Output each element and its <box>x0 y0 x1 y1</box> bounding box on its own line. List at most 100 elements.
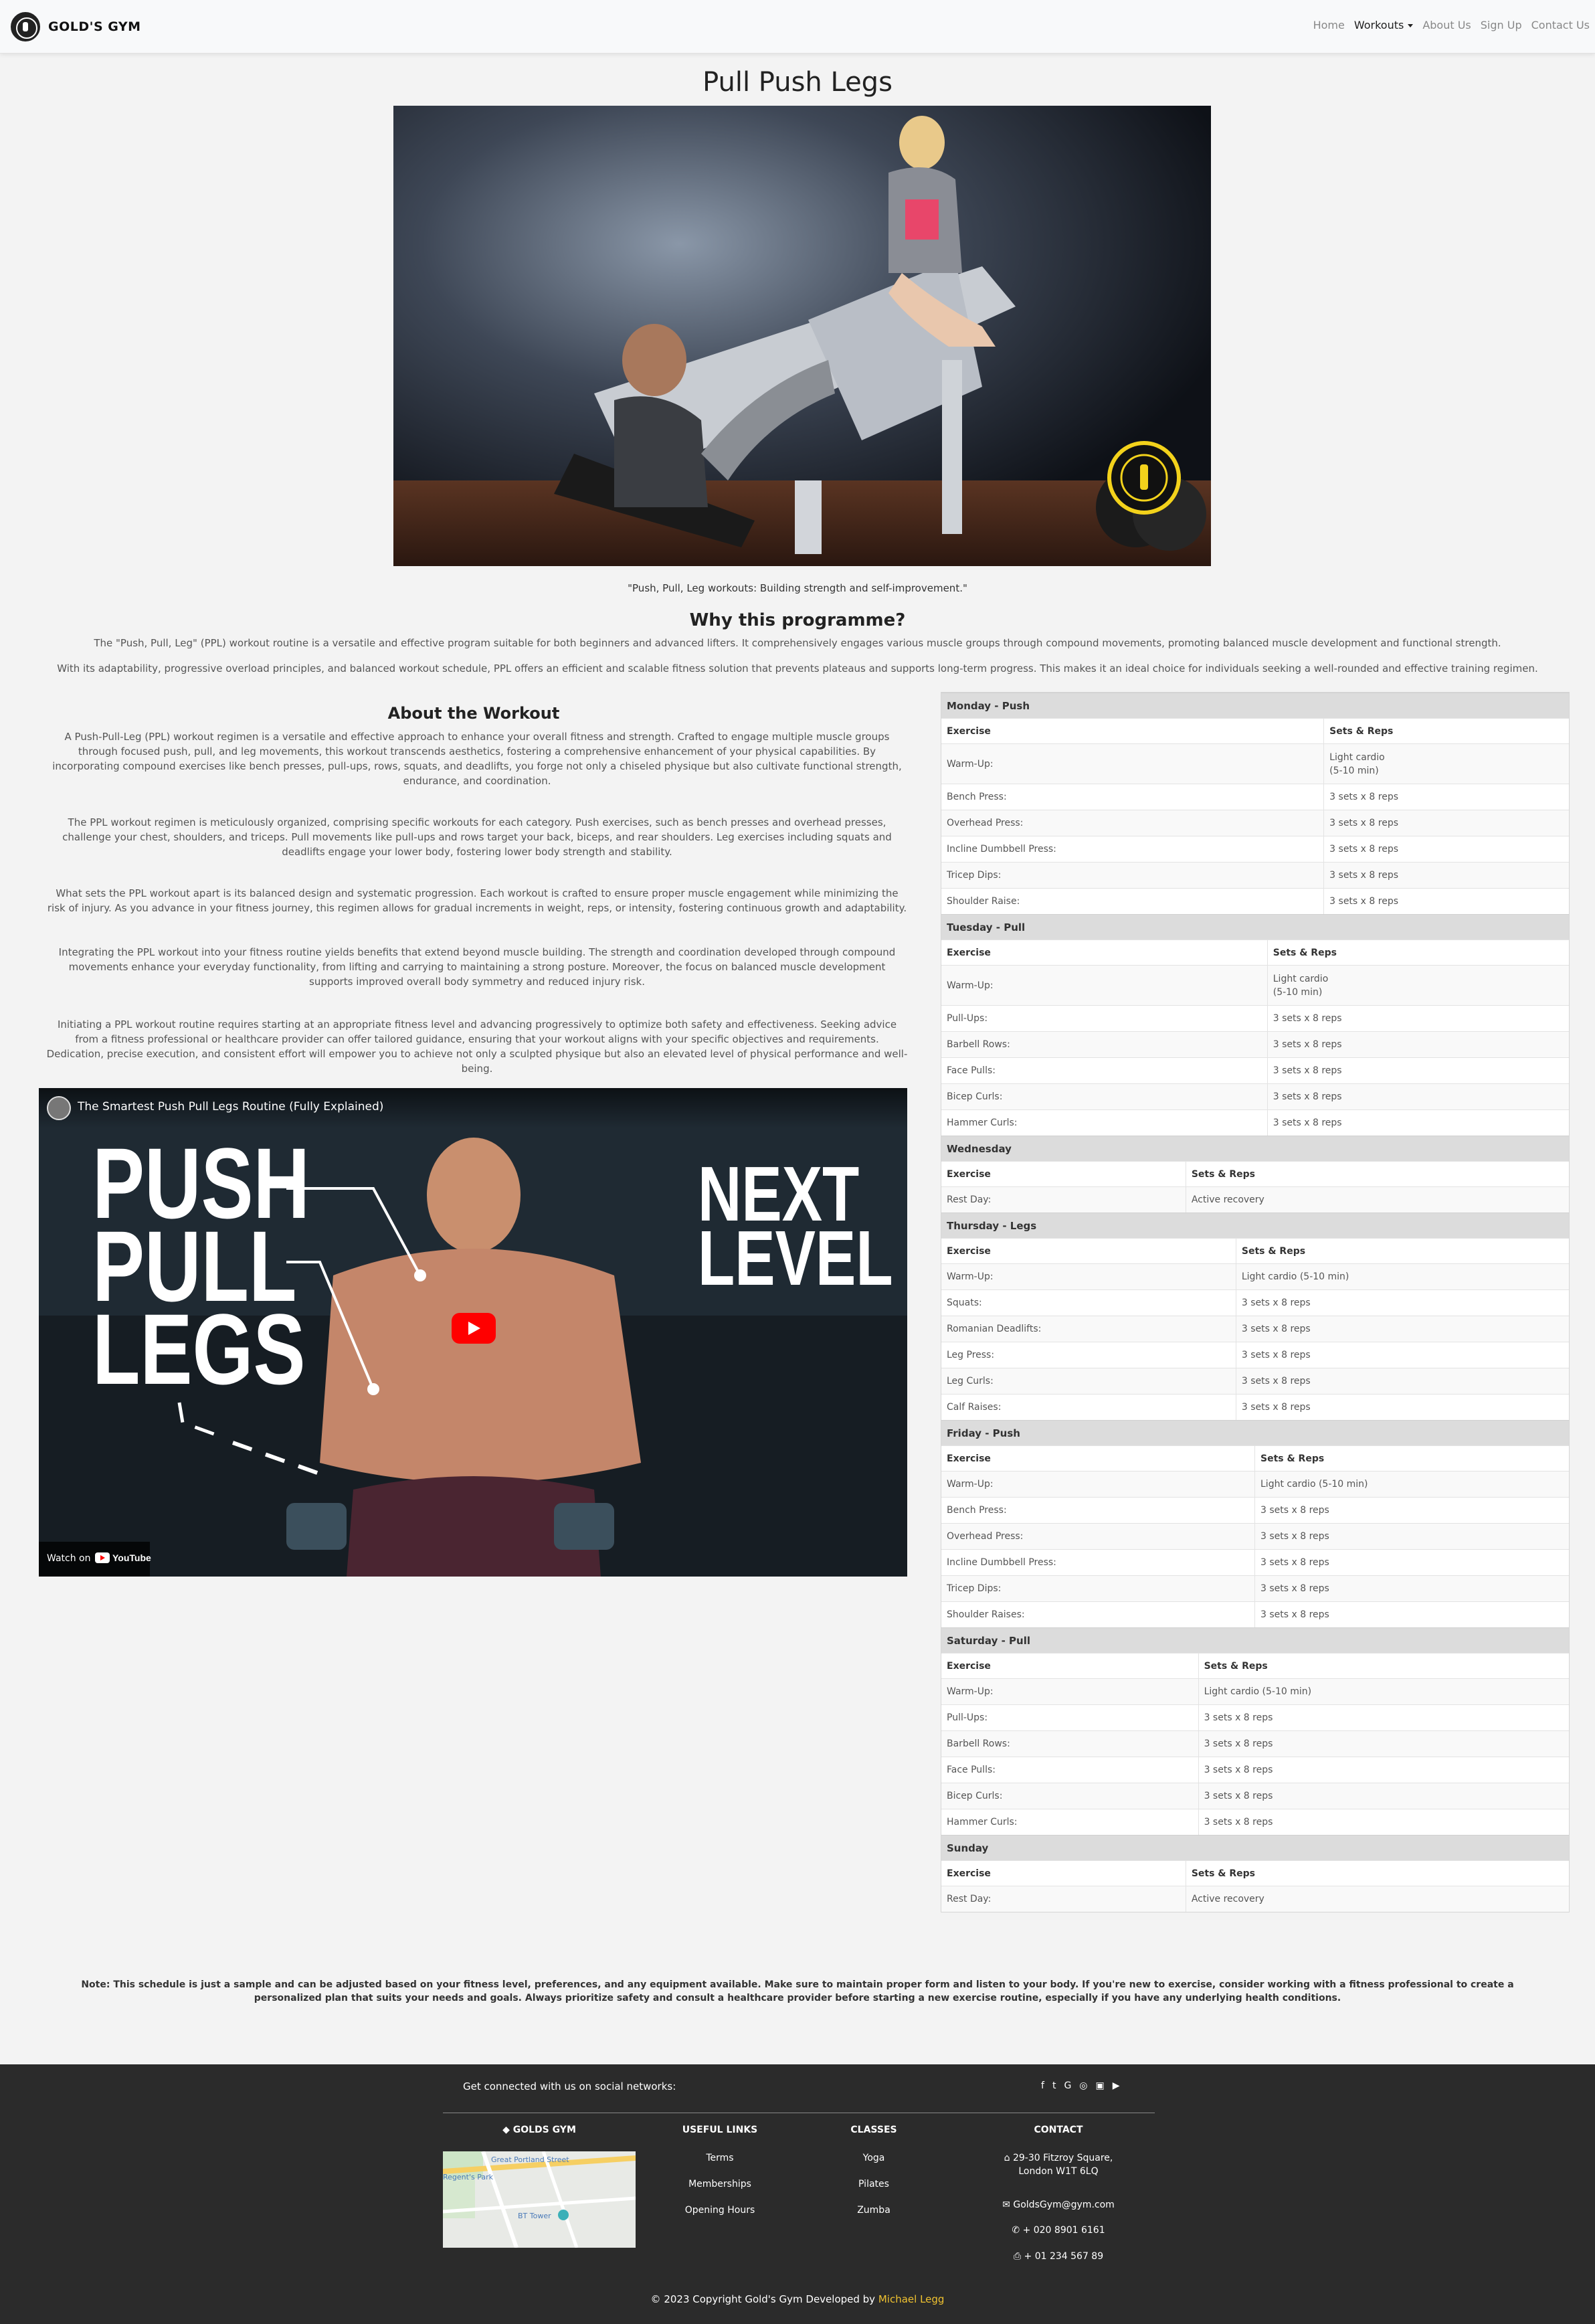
watch-on-label: Watch on <box>47 1553 91 1564</box>
footer-class-yoga[interactable]: Yoga <box>807 2153 941 2163</box>
golds-gym-logo-icon <box>11 12 40 41</box>
day-heading: Monday - Push <box>941 693 1569 718</box>
play-button-icon[interactable] <box>452 1313 496 1344</box>
column-header-exercise: Exercise <box>941 1653 1199 1678</box>
table-row: Shoulder Raise: 3 sets x 8 reps <box>941 888 1569 914</box>
exercise-cell: Shoulder Raise: <box>941 889 1325 914</box>
footer-class-pilates[interactable]: Pilates <box>807 2179 941 2189</box>
exercise-cell: Face Pulls: <box>941 1058 1268 1083</box>
sets-reps-cell: 3 sets x 8 reps <box>1260 1505 1329 1516</box>
nav-home[interactable]: Home <box>1313 19 1345 31</box>
channel-avatar[interactable] <box>47 1096 71 1120</box>
hero-photo-illustration <box>393 106 1211 566</box>
table-row: Calf Raises: 3 sets x 8 reps <box>941 1394 1569 1420</box>
facebook-icon[interactable]: f <box>1041 2080 1044 2091</box>
sets-reps-cell: 3 sets x 8 reps <box>1204 1712 1273 1723</box>
sets-reps-cell: Light cardio (5-10 min) <box>1260 1479 1368 1490</box>
table-row: Romanian Deadlifts: 3 sets x 8 reps <box>941 1316 1569 1342</box>
footer-link-opening-hours[interactable]: Opening Hours <box>653 2205 787 2216</box>
brand-link[interactable]: GOLD'S GYM <box>11 12 141 41</box>
linkedin-icon[interactable]: ▣ <box>1096 2080 1105 2091</box>
sets-reps-cell: 3 sets x 8 reps <box>1329 844 1399 855</box>
sets-reps-cell: 3 sets x 8 reps <box>1273 1091 1342 1102</box>
contact-email-text: GoldsGym@gym.com <box>1013 2200 1115 2210</box>
exercise-cell: Leg Curls: <box>941 1368 1236 1394</box>
instagram-icon[interactable]: ◎ <box>1079 2080 1087 2091</box>
navbar: GOLD'S GYM Home Workouts About Us Sign U… <box>0 0 1595 54</box>
exercise-cell: Incline Dumbbell Press: <box>941 1550 1255 1575</box>
contact-fax-text: + 01 234 567 89 <box>1024 2251 1104 2262</box>
table-row: Hammer Curls: 3 sets x 8 reps <box>941 1809 1569 1835</box>
column-header-sets-reps: Sets & Reps <box>1260 1453 1325 1464</box>
sets-reps-cell: 3 sets x 8 reps <box>1273 1118 1342 1128</box>
video-title[interactable]: The Smartest Push Pull Legs Routine (Ful… <box>78 1100 383 1113</box>
exercise-cell: Hammer Curls: <box>941 1110 1268 1136</box>
twitter-icon[interactable]: t <box>1052 2080 1056 2091</box>
exercise-cell: Rest Day: <box>941 1886 1186 1912</box>
sets-reps-cell: Light cardio (5-10 min) <box>1241 1271 1349 1282</box>
caret-down-icon <box>1408 24 1414 27</box>
brand-name: GOLD'S GYM <box>48 19 141 34</box>
contact-email[interactable]: ✉ GoldsGym@gym.com <box>978 2200 1139 2210</box>
exercise-cell: Incline Dumbbell Press: <box>941 836 1325 862</box>
nav-contact[interactable]: Contact Us <box>1531 19 1590 31</box>
table-row: Leg Press: 3 sets x 8 reps <box>941 1342 1569 1368</box>
exercise-cell: Barbell Rows: <box>941 1032 1268 1057</box>
exercise-cell: Warm-Up: <box>941 1471 1255 1497</box>
contact-phone[interactable]: ✆ + 020 8901 6161 <box>978 2225 1139 2236</box>
column-header-exercise: Exercise <box>941 1446 1255 1471</box>
footer-brand: GOLDS GYM <box>512 2125 576 2135</box>
about-paragraph-3: What sets the PPL workout apart is its b… <box>47 887 907 914</box>
sets-reps-cell: 3 sets x 8 reps <box>1241 1324 1311 1334</box>
footer-link-memberships[interactable]: Memberships <box>653 2179 787 2189</box>
table-row: Warm-Up: Light cardio (5-10 min) <box>941 1263 1569 1289</box>
table-row: Hammer Curls: 3 sets x 8 reps <box>941 1109 1569 1136</box>
footer: Get connected with us on social networks… <box>0 2064 1595 2324</box>
hero-image <box>393 106 1211 566</box>
exercise-cell: Bicep Curls: <box>941 1783 1199 1809</box>
footer-link-terms[interactable]: Terms <box>653 2153 787 2163</box>
table-header-row: Exercise Sets & Reps <box>941 1860 1569 1886</box>
sets-reps-cell: 3 sets x 8 reps <box>1204 1765 1273 1775</box>
nav-links: Home Workouts About Us Sign Up Contact U… <box>1313 19 1590 31</box>
developer-link[interactable]: Michael Legg <box>878 2293 945 2305</box>
youtube-wordmark: YouTube <box>112 1552 151 1563</box>
table-row: Rest Day: Active recovery <box>941 1886 1569 1912</box>
contact-address: ⌂ 29-30 Fitzroy Square, London W1T 6LQ <box>978 2151 1139 2178</box>
table-row: Bench Press: 3 sets x 8 reps <box>941 784 1569 810</box>
why-paragraph-2: With its adaptability, progressive overl… <box>57 662 1538 675</box>
table-header-row: Exercise Sets & Reps <box>941 1653 1569 1678</box>
table-row: Barbell Rows: 3 sets x 8 reps <box>941 1031 1569 1057</box>
about-paragraph-2: The PPL workout regimen is meticulously … <box>62 816 892 858</box>
sets-reps-cell: 3 sets x 8 reps <box>1273 1039 1342 1050</box>
sets-reps-cell: 3 sets x 8 reps <box>1329 818 1399 828</box>
exercise-cell: Warm-Up: <box>941 1679 1199 1704</box>
social-icons: f t G ◎ ▣ ▶ <box>1041 2080 1120 2091</box>
table-row: Barbell Rows: 3 sets x 8 reps <box>941 1730 1569 1757</box>
youtube-icon[interactable]: ▶ <box>1113 2080 1120 2091</box>
watch-on-youtube-button[interactable]: Watch on YouTube <box>39 1542 151 1577</box>
exercise-cell: Warm-Up: <box>941 744 1325 784</box>
nav-about[interactable]: About Us <box>1422 19 1471 31</box>
about-panel: About the Workout A Push-Pull-Leg (PPL) … <box>25 692 922 1933</box>
exercise-cell: Leg Press: <box>941 1342 1236 1368</box>
sets-reps-cell: 3 sets x 8 reps <box>1260 1583 1329 1594</box>
nav-workouts-dropdown[interactable]: Workouts <box>1353 19 1414 31</box>
exercise-cell: Overhead Press: <box>941 810 1325 836</box>
exercise-cell: Bench Press: <box>941 784 1325 810</box>
table-row: Incline Dumbbell Press: 3 sets x 8 reps <box>941 1549 1569 1575</box>
google-icon[interactable]: G <box>1064 2080 1071 2091</box>
nav-workouts-label: Workouts <box>1353 19 1404 31</box>
copyright: © 2023 Copyright Gold's Gym Developed by… <box>0 2293 1595 2305</box>
exercise-cell: Hammer Curls: <box>941 1809 1199 1835</box>
sets-reps-cell: 3 sets x 8 reps <box>1241 1298 1311 1308</box>
footer-class-zumba[interactable]: Zumba <box>807 2205 941 2216</box>
location-map[interactable]: Great Portland Street Regent's Park BT T… <box>443 2151 636 2248</box>
nav-signup[interactable]: Sign Up <box>1481 19 1522 31</box>
home-icon: ⌂ <box>1004 2153 1013 2163</box>
thumb-word-legs: LEGS <box>92 1293 306 1405</box>
youtube-video-embed[interactable]: The Smartest Push Pull Legs Routine (Ful… <box>39 1088 907 1577</box>
map-label-park: Regent's Park <box>443 2173 494 2181</box>
exercise-cell: Face Pulls: <box>941 1757 1199 1783</box>
sets-reps-cell: 3 sets x 8 reps <box>1241 1402 1311 1413</box>
